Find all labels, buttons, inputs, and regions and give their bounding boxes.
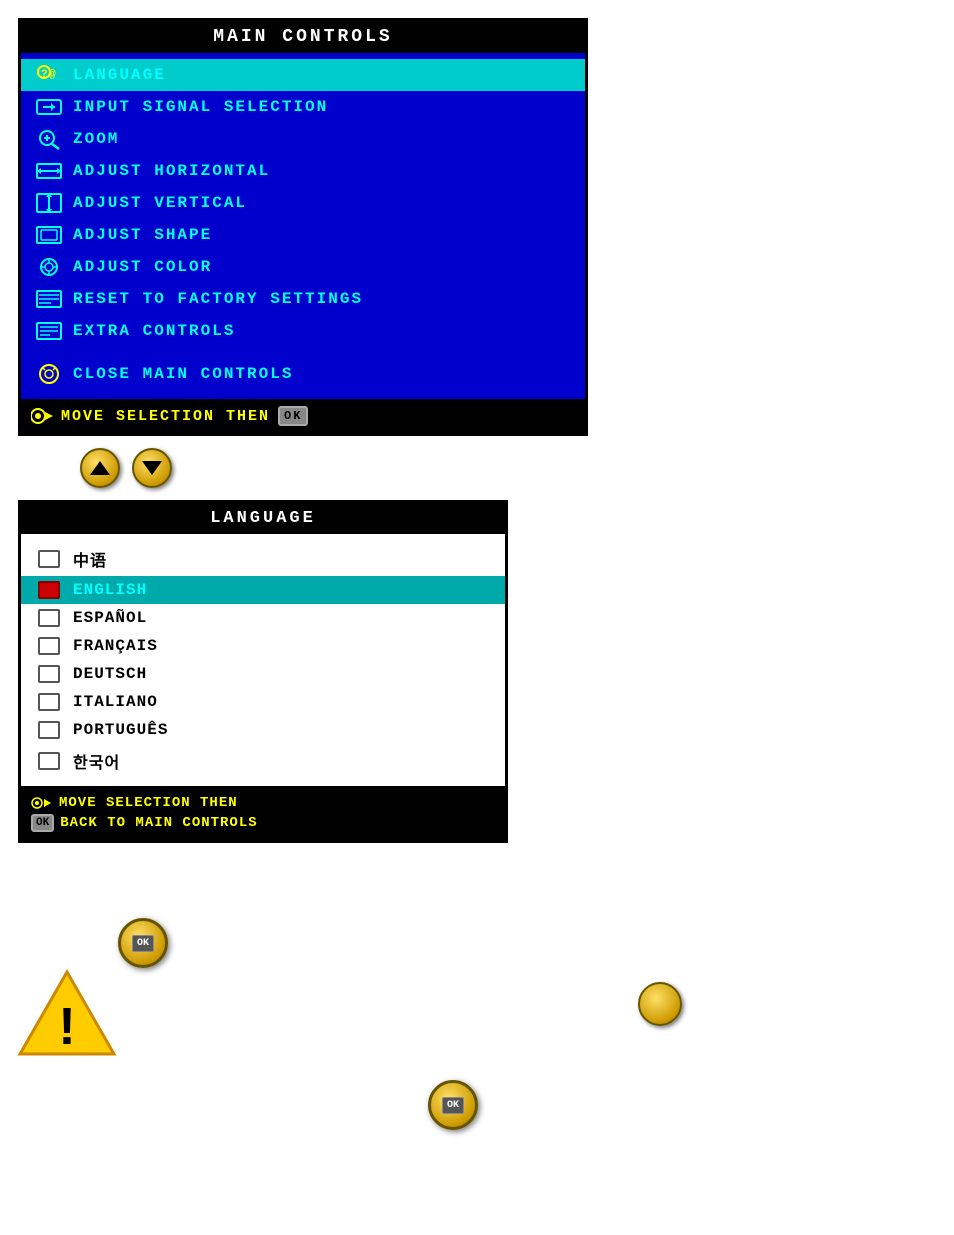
menu-item-language[interactable]: ? @ LANGUAGE: [21, 59, 585, 91]
menu-item-input[interactable]: INPUT SIGNAL SELECTION: [21, 91, 585, 123]
menu-item-shape-label: ADJUST SHAPE: [73, 226, 212, 244]
menu-item-vert-label: ADJUST VERTICAL: [73, 194, 247, 212]
menu-item-zoom[interactable]: ZOOM: [21, 123, 585, 155]
menu-item-extra-label: EXTRA CONTROLS: [73, 322, 235, 340]
main-panel-footer: MOVE SELECTION THEN OK: [21, 399, 585, 433]
lang-footer-line1: MOVE SELECTION THEN: [31, 794, 495, 812]
extra-icon: [31, 320, 67, 342]
factory-icon: [31, 288, 67, 310]
horiz-icon: [31, 160, 67, 182]
warning-container: !: [16, 968, 118, 1063]
menu-item-adjust-vertical[interactable]: ADJUST VERTICAL: [21, 187, 585, 219]
warning-triangle-icon: !: [16, 968, 118, 1058]
close-main-controls-label: CLOSE MAIN CONTROLS: [73, 365, 293, 383]
lang-footer-line2: OK BACK TO MAIN CONTROLS: [31, 814, 495, 832]
main-controls-title: MAIN CONTROLS: [21, 21, 585, 53]
lang-icon-english: [35, 581, 63, 599]
nav-arrows: [80, 448, 172, 488]
lang-label-chinese: 中语: [73, 547, 107, 571]
menu-item-adjust-color[interactable]: ADJUST COLOR: [21, 251, 585, 283]
lang-label-english: ENGLISH: [73, 581, 147, 599]
right-arrow-up-button[interactable]: [638, 982, 682, 1026]
bottom-ok-icon: OK: [132, 935, 154, 952]
bottom-center-ok-button[interactable]: OK: [428, 1080, 478, 1130]
menu-item-input-label: INPUT SIGNAL SELECTION: [73, 98, 328, 116]
lang-icon-french: [35, 637, 63, 655]
color-icon: [31, 256, 67, 278]
lang-label-spanish: ESPAÑOL: [73, 609, 147, 627]
lang-label-portuguese: PORTUGUÊS: [73, 721, 168, 739]
menu-item-adjust-shape[interactable]: ADJUST SHAPE: [21, 219, 585, 251]
lang-item-italian[interactable]: ITALIANO: [21, 688, 505, 716]
language-panel-footer: MOVE SELECTION THEN OK BACK TO MAIN CONT…: [21, 786, 505, 840]
lang-item-french[interactable]: FRANÇAIS: [21, 632, 505, 660]
language-panel: LANGUAGE 中语 ENGLISH ESPAÑOL: [18, 500, 508, 843]
zoom-icon: [31, 128, 67, 150]
lang-icon-korean: [35, 752, 63, 770]
lang-footer-move-text: MOVE SELECTION THEN: [59, 795, 238, 811]
menu-item-reset-factory[interactable]: RESET TO FACTORY SETTINGS: [21, 283, 585, 315]
language-icon: ? @: [31, 64, 67, 86]
arrow-down-button[interactable]: [132, 448, 172, 488]
svg-text:@: @: [49, 69, 58, 81]
svg-text:!: !: [58, 998, 75, 1056]
menu-item-horiz-label: ADJUST HORIZONTAL: [73, 162, 270, 180]
lang-footer-back-text: BACK TO MAIN CONTROLS: [60, 815, 257, 831]
menu-item-extra[interactable]: EXTRA CONTROLS: [21, 315, 585, 347]
lang-label-french: FRANÇAIS: [73, 637, 158, 655]
lang-icon-portuguese: [35, 721, 63, 739]
close-icon: [31, 363, 67, 385]
lang-item-german[interactable]: DEUTSCH: [21, 660, 505, 688]
main-controls-panel: MAIN CONTROLS ? @ LANGUAGE: [18, 18, 588, 436]
close-main-controls[interactable]: CLOSE MAIN CONTROLS: [21, 355, 585, 393]
ok-button-icon: OK: [31, 814, 54, 832]
arrow-up-button[interactable]: [80, 448, 120, 488]
input-icon: [31, 96, 67, 118]
lang-icon-spanish: [35, 609, 63, 627]
language-panel-title: LANGUAGE: [21, 503, 505, 534]
lang-item-korean[interactable]: 한국어: [21, 744, 505, 778]
language-list: 中语 ENGLISH ESPAÑOL FRANÇAIS: [21, 534, 505, 786]
lang-icon-german: [35, 665, 63, 683]
main-menu-items: ? @ LANGUAGE INPUT SIGNAL SELECTION: [21, 53, 585, 399]
footer-text: MOVE SELECTION THEN: [61, 408, 270, 425]
vert-icon: [31, 192, 67, 214]
shape-icon: [31, 224, 67, 246]
bottom-center-ok-icon: OK: [442, 1097, 464, 1114]
lang-label-italian: ITALIANO: [73, 693, 158, 711]
menu-divider: [21, 347, 585, 355]
lang-item-chinese[interactable]: 中语: [21, 542, 505, 576]
lang-item-portuguese[interactable]: PORTUGUÊS: [21, 716, 505, 744]
menu-item-factory-label: RESET TO FACTORY SETTINGS: [73, 290, 363, 308]
lang-icon-chinese: [35, 550, 63, 568]
arrow-down-icon: [142, 461, 162, 475]
ok-badge: OK: [278, 406, 308, 426]
menu-item-zoom-label: ZOOM: [73, 130, 119, 148]
lang-item-spanish[interactable]: ESPAÑOL: [21, 604, 505, 632]
bottom-ok-button[interactable]: OK: [118, 918, 168, 968]
menu-item-adjust-horizontal[interactable]: ADJUST HORIZONTAL: [21, 155, 585, 187]
lang-item-english[interactable]: ENGLISH: [21, 576, 505, 604]
lang-icon-italian: [35, 693, 63, 711]
lang-label-korean: 한국어: [73, 749, 120, 773]
menu-item-language-label: LANGUAGE: [73, 66, 166, 84]
menu-item-color-label: ADJUST COLOR: [73, 258, 212, 276]
lang-label-german: DEUTSCH: [73, 665, 147, 683]
arrow-up-icon: [90, 461, 110, 475]
